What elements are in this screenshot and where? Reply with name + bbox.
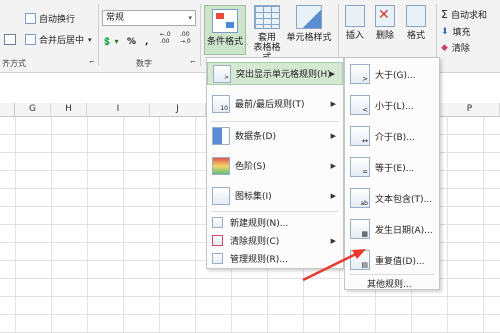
red-arrow-annotation bbox=[302, 249, 366, 282]
